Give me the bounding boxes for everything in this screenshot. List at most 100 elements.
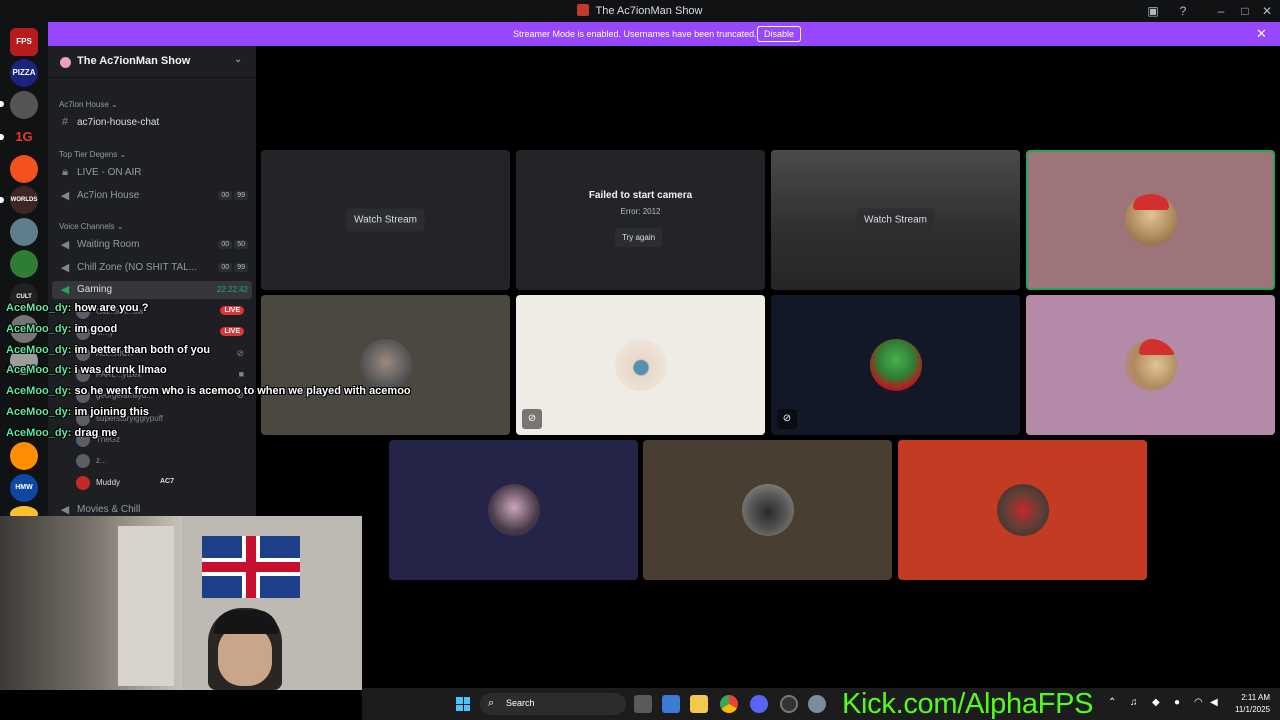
server-icon[interactable] [10, 218, 38, 246]
avatar [741, 484, 794, 536]
disable-streamer-mode-button[interactable]: Disable [757, 26, 802, 42]
search-icon: ⌕ [488, 697, 495, 709]
clock-time: 2:11 AM [1241, 693, 1270, 702]
server-icon-hmw[interactable]: HMW [10, 474, 38, 502]
video-tile[interactable] [898, 440, 1147, 580]
unread-pill [0, 197, 4, 203]
voice-user[interactable]: z... [76, 453, 252, 469]
avatar [1124, 194, 1177, 246]
avatar [487, 484, 540, 536]
unread-pill [0, 134, 4, 140]
store-icon[interactable] [662, 695, 680, 713]
window-title: The Ac7ionMan Show [0, 4, 1280, 17]
server-icon [60, 57, 71, 68]
chrome-icon[interactable] [720, 695, 738, 713]
channel-ac7ion-house-voice[interactable]: ◀︎ Ac7ion House 00 99 [52, 187, 252, 205]
headset-icon[interactable]: ♫ [1130, 697, 1138, 708]
chat-message: AceMoo_dy: im better than both of you [6, 343, 211, 356]
maximize-button[interactable]: □ [1234, 2, 1256, 20]
microphone-icon[interactable]: ● [1174, 697, 1180, 708]
video-tile[interactable] [389, 440, 638, 580]
channel-label: LIVE - ON AIR [77, 167, 142, 178]
speaker-icon: ◀︎ [60, 239, 70, 251]
window-title-text: The Ac7ionMan Show [595, 5, 703, 17]
server-icon-worlds[interactable]: WORLDS [10, 186, 38, 214]
chat-message: AceMoo_dy: i was drunk llmao [6, 364, 167, 377]
channel-movies-chill[interactable]: ◀︎ Movies & Chill [52, 501, 252, 516]
help-icon[interactable]: ? [1175, 3, 1191, 19]
wifi-icon[interactable]: ◠ [1194, 697, 1203, 708]
category-ac7ion-house[interactable]: Ac7ion House ⌄ [59, 100, 118, 109]
avatar [614, 339, 667, 391]
channel-label: Gaming [77, 284, 113, 295]
volume-icon[interactable]: ◀︎ [1210, 697, 1218, 708]
server-header[interactable]: The Ac7ionMan Show ⌄ [48, 46, 256, 78]
server-icon[interactable] [10, 91, 38, 119]
speaker-icon: ◀︎ [60, 190, 70, 202]
channel-waiting-room[interactable]: ◀︎ Waiting Room 00 50 [52, 236, 252, 254]
avatar [996, 484, 1049, 536]
inbox-icon[interactable]: ▣ [1145, 3, 1161, 19]
system-clock[interactable]: 2:11 AM 11/1/2025 [1224, 692, 1270, 716]
channel-chill-zone[interactable]: ◀︎ Chill Zone (NO SHIT TAL... 00 99 [52, 259, 252, 277]
obs-icon[interactable] [780, 695, 798, 713]
avatar [1124, 339, 1177, 391]
file-explorer-icon[interactable] [690, 695, 708, 713]
lock-icon: 🔒︎ [62, 166, 68, 178]
chat-message: AceMoo_dy: im joining this [6, 405, 150, 418]
minimize-button[interactable]: – [1210, 2, 1232, 20]
video-tile-camera-error: Failed to start camera Error: 2012 Try a… [516, 150, 765, 290]
person-face [218, 626, 272, 686]
watch-stream-button[interactable]: Watch Stream [856, 208, 935, 232]
channel-ac7ion-house-chat[interactable]: # ac7ion-house-chat [52, 114, 252, 132]
webcam-overlay [0, 516, 362, 690]
santa-hat-icon [1132, 194, 1169, 210]
video-tile[interactable] [643, 440, 892, 580]
title-bar: The Ac7ionMan Show ▣ ? – □ ✕ [0, 0, 1280, 22]
chevron-down-icon[interactable]: ⌄ [234, 54, 242, 65]
close-banner-icon[interactable]: ✕ [1256, 26, 1267, 42]
channel-gaming[interactable]: ◀︎ Gaming 22:22:42 [52, 281, 252, 299]
channel-label: Chill Zone (NO SHIT TAL... [77, 262, 198, 273]
search-placeholder: Search [506, 698, 535, 708]
video-tile[interactable] [1026, 295, 1275, 435]
video-tile-speaking[interactable] [1026, 150, 1275, 290]
santa-hat-icon [1138, 339, 1175, 355]
server-icon-pizza[interactable]: PIZZA [10, 59, 38, 87]
discord-icon[interactable] [750, 695, 768, 713]
user-tag: AC7 [160, 478, 175, 485]
chat-message: AceMoo_dy: how are you ? [6, 302, 149, 314]
settings-icon[interactable] [808, 695, 826, 713]
voice-timer: 22:22:42 [216, 285, 248, 294]
try-again-button[interactable]: Try again [615, 228, 663, 247]
video-tile[interactable]: ⊘ [516, 295, 765, 435]
channel-live-on-air[interactable]: 🔒︎ LIVE - ON AIR [52, 164, 252, 182]
server-icon[interactable] [10, 155, 38, 183]
network-icon[interactable]: ◆ [1152, 697, 1160, 708]
start-icon[interactable] [456, 697, 470, 711]
camera-off-icon: ⊘ [777, 409, 797, 429]
close-window-button[interactable]: ✕ [1256, 2, 1278, 20]
category-top-tier[interactable]: Top Tier Degens ⌄ [59, 150, 126, 159]
category-voice-channels[interactable]: Voice Channels ⌄ [59, 222, 124, 231]
door [118, 526, 174, 686]
avatar [76, 476, 90, 490]
kick-channel-url: Kick.com/AlphaFPS [842, 688, 1094, 720]
video-tile-stream-preview[interactable]: Watch Stream [771, 150, 1020, 290]
task-view-icon[interactable] [634, 695, 652, 713]
taskbar-search[interactable]: ⌕ Search [480, 693, 626, 715]
chevron-up-icon[interactable]: ⌃ [1108, 697, 1116, 708]
app-logo-icon [577, 4, 590, 16]
hash-icon: # [61, 116, 69, 128]
server-icon[interactable] [10, 250, 38, 278]
server-icon-1g[interactable]: 1G [10, 123, 38, 151]
chat-message: AceMoo_dy: drag me [6, 426, 118, 439]
user-count: 00 99 [218, 263, 248, 272]
avatar [869, 339, 922, 391]
voice-user[interactable]: Muddy AC7 [76, 475, 252, 491]
user-count: 00 50 [218, 240, 248, 249]
watch-stream-button[interactable]: Watch Stream [346, 208, 425, 232]
server-icon-fps[interactable]: FPS [10, 28, 38, 56]
video-tile[interactable]: Watch Stream [261, 150, 510, 290]
video-tile[interactable]: ⊘ [771, 295, 1020, 435]
